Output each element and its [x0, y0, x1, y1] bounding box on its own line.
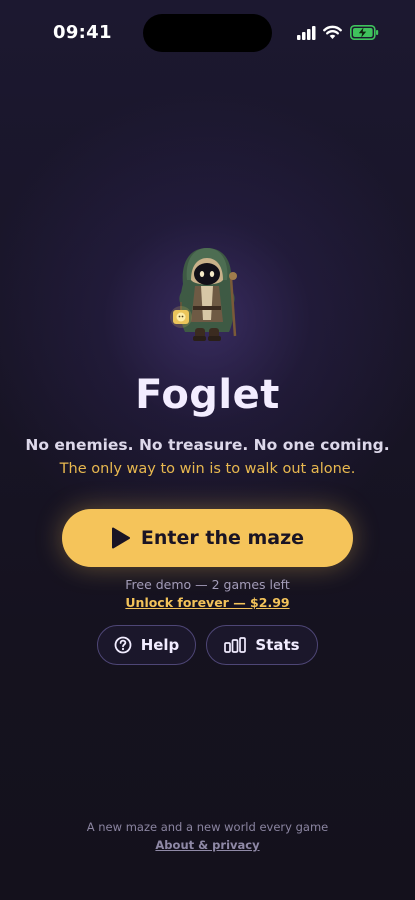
status-time: 09:41: [53, 22, 112, 43]
stats-button[interactable]: Stats: [206, 625, 318, 665]
footer-note: A new maze and a new world every game: [86, 820, 329, 834]
dynamic-island: [143, 14, 272, 52]
stats-label: Stats: [255, 636, 300, 654]
unlock-forever-link[interactable]: Unlock forever — $2.99: [125, 595, 289, 610]
bar-chart-icon: [224, 637, 247, 653]
enter-maze-label: Enter the maze: [140, 527, 305, 549]
footer-link-container: About & privacy: [0, 838, 415, 852]
status-bar: 09:41: [0, 0, 415, 64]
unlock-container: Unlock forever — $2.99: [0, 595, 415, 610]
tagline-secondary: The only way to win is to walk out alone…: [59, 461, 356, 477]
wifi-icon: [323, 25, 342, 39]
battery-charging-icon: [350, 25, 379, 40]
demo-games-left: Free demo — 2 games left: [125, 577, 290, 592]
app-title: Foglet: [135, 372, 280, 418]
tagline-primary: No enemies. No treasure. No one coming.: [25, 436, 390, 454]
enter-maze-button[interactable]: Enter the maze: [62, 509, 353, 567]
help-button[interactable]: Help: [97, 625, 196, 665]
help-label: Help: [140, 636, 180, 654]
cellular-signal-icon: [297, 26, 316, 40]
question-icon: [114, 636, 132, 654]
foglet-character-illustration: [170, 248, 237, 341]
about-privacy-link[interactable]: About & privacy: [155, 838, 259, 852]
play-icon: [111, 527, 130, 549]
